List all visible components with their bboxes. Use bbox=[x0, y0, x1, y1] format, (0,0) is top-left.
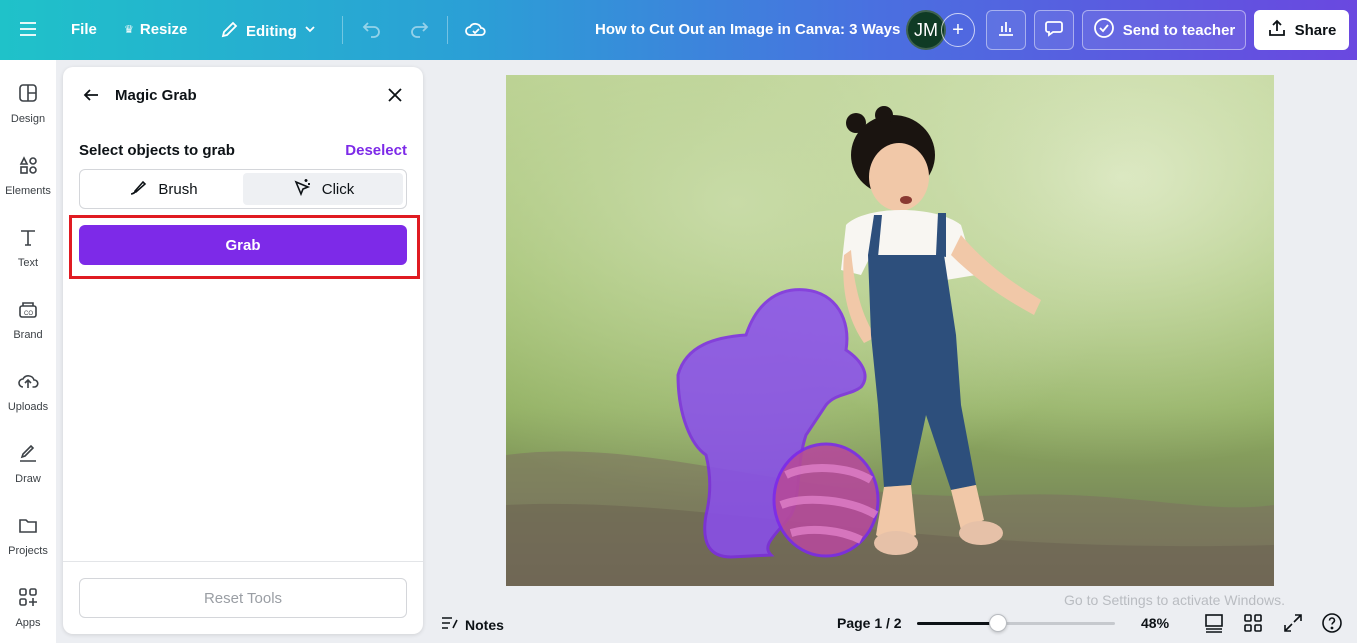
brush-icon bbox=[128, 177, 148, 201]
annotation-highlight-box bbox=[69, 215, 420, 279]
insights-button[interactable] bbox=[986, 10, 1026, 50]
windows-activation-watermark: Go to Settings to activate Windows. bbox=[1064, 592, 1285, 608]
sidebar-item-label: Draw bbox=[15, 473, 41, 485]
avatar[interactable]: JM bbox=[906, 10, 946, 50]
file-label: File bbox=[71, 21, 97, 38]
document-title[interactable]: How to Cut Out an Image in Canva: 3 Ways bbox=[595, 21, 900, 38]
reset-tools-button[interactable]: Reset Tools bbox=[79, 578, 407, 618]
redo-icon[interactable] bbox=[408, 19, 430, 39]
sidebar-item-label: Brand bbox=[13, 329, 43, 341]
share-label: Share bbox=[1294, 21, 1337, 39]
sidebar-item-projects[interactable]: Projects bbox=[0, 514, 56, 557]
page-indicator[interactable]: Page 1 / 2 bbox=[837, 615, 902, 631]
design-canvas-image[interactable] bbox=[506, 75, 1274, 586]
brand-icon: CO bbox=[17, 298, 39, 323]
grid-view-icon[interactable] bbox=[1242, 612, 1264, 639]
notes-label: Notes bbox=[465, 616, 504, 633]
help-icon[interactable] bbox=[1321, 612, 1343, 639]
page-view-icon[interactable] bbox=[1203, 612, 1225, 639]
cursor-sparkle-icon bbox=[292, 177, 312, 201]
text-icon bbox=[17, 226, 39, 251]
add-collaborator-button[interactable]: + bbox=[941, 13, 975, 47]
send-to-teacher-button[interactable]: Send to teacher bbox=[1082, 10, 1246, 50]
notes-icon bbox=[439, 614, 459, 635]
fullscreen-icon[interactable] bbox=[1282, 612, 1304, 639]
zoom-level[interactable]: 48% bbox=[1141, 615, 1169, 631]
file-menu[interactable]: File bbox=[71, 21, 97, 38]
sidebar-item-elements[interactable]: Elements bbox=[0, 154, 56, 197]
check-circle-icon bbox=[1093, 17, 1115, 43]
sidebar-item-apps[interactable]: Apps bbox=[0, 586, 56, 629]
sidebar-item-design[interactable]: Design bbox=[0, 82, 56, 125]
draw-icon bbox=[17, 442, 39, 467]
zoom-slider[interactable] bbox=[917, 614, 1115, 632]
select-objects-label: Select objects to grab bbox=[79, 142, 235, 159]
share-button[interactable]: Share bbox=[1254, 10, 1349, 50]
panel-divider bbox=[63, 561, 423, 562]
sidebar-item-draw[interactable]: Draw bbox=[0, 442, 56, 485]
left-sidebar: Design Elements Text CO Brand Uploads Dr… bbox=[0, 60, 56, 643]
svg-text:CO: CO bbox=[24, 311, 33, 317]
selected-crouching-child bbox=[676, 288, 880, 559]
resize-label: Resize bbox=[139, 21, 188, 38]
zoom-slider-handle[interactable] bbox=[989, 614, 1008, 632]
chevron-down-icon bbox=[303, 22, 317, 40]
panel-header: Magic Grab bbox=[63, 67, 423, 123]
sidebar-item-label: Design bbox=[10, 113, 46, 125]
sidebar-item-uploads[interactable]: Uploads bbox=[0, 370, 56, 413]
upload-icon bbox=[1267, 18, 1287, 42]
cloud-saved-icon[interactable] bbox=[464, 19, 488, 39]
photo-illustration bbox=[506, 106, 1274, 586]
folder-icon bbox=[17, 514, 39, 539]
send-label: Send to teacher bbox=[1122, 21, 1236, 39]
comments-button[interactable] bbox=[1034, 10, 1074, 50]
brush-mode-option[interactable]: Brush bbox=[83, 173, 243, 205]
plus-icon: + bbox=[952, 18, 964, 41]
pencil-icon bbox=[220, 19, 240, 43]
resize-button[interactable]: ♛ Resize bbox=[124, 21, 187, 38]
comment-icon bbox=[1044, 18, 1064, 42]
sidebar-item-label: Text bbox=[17, 257, 39, 269]
deselect-link[interactable]: Deselect bbox=[345, 142, 407, 159]
cloud-upload-icon bbox=[17, 370, 39, 395]
panel-title: Magic Grab bbox=[115, 87, 197, 104]
top-toolbar: File ♛ Resize Editing How to Cut Out an … bbox=[0, 0, 1357, 60]
click-mode-label: Click bbox=[321, 180, 355, 198]
crown-icon: ♛ bbox=[124, 24, 134, 36]
undo-icon[interactable] bbox=[361, 19, 383, 39]
brush-mode-label: Brush bbox=[158, 180, 198, 198]
close-icon[interactable] bbox=[385, 85, 405, 110]
selection-mode-toggle: Brush Click bbox=[79, 169, 407, 209]
bar-chart-icon bbox=[996, 18, 1016, 42]
sidebar-item-label: Elements bbox=[5, 185, 51, 197]
sidebar-item-label: Apps bbox=[15, 617, 41, 629]
editing-label: Editing bbox=[246, 22, 297, 40]
sidebar-item-label: Uploads bbox=[7, 401, 49, 413]
editing-mode-button[interactable]: Editing bbox=[220, 19, 317, 43]
sidebar-item-brand[interactable]: CO Brand bbox=[0, 298, 56, 341]
zoom-slider-fill bbox=[917, 622, 999, 625]
bottom-toolbar: Notes Page 1 / 2 48% bbox=[423, 603, 1357, 643]
back-arrow-icon[interactable] bbox=[81, 85, 101, 110]
magic-grab-panel: Magic Grab Select objects to grab Desele… bbox=[63, 67, 423, 634]
layout-icon bbox=[17, 82, 39, 107]
shapes-icon bbox=[17, 154, 39, 179]
toolbar-divider bbox=[342, 16, 343, 44]
sidebar-item-text[interactable]: Text bbox=[0, 226, 56, 269]
notes-button[interactable]: Notes bbox=[439, 614, 504, 635]
apps-icon bbox=[17, 586, 39, 611]
menu-icon[interactable] bbox=[18, 20, 38, 38]
click-mode-option[interactable]: Click bbox=[243, 173, 403, 205]
sidebar-item-label: Projects bbox=[8, 545, 48, 557]
toolbar-divider bbox=[447, 16, 448, 44]
